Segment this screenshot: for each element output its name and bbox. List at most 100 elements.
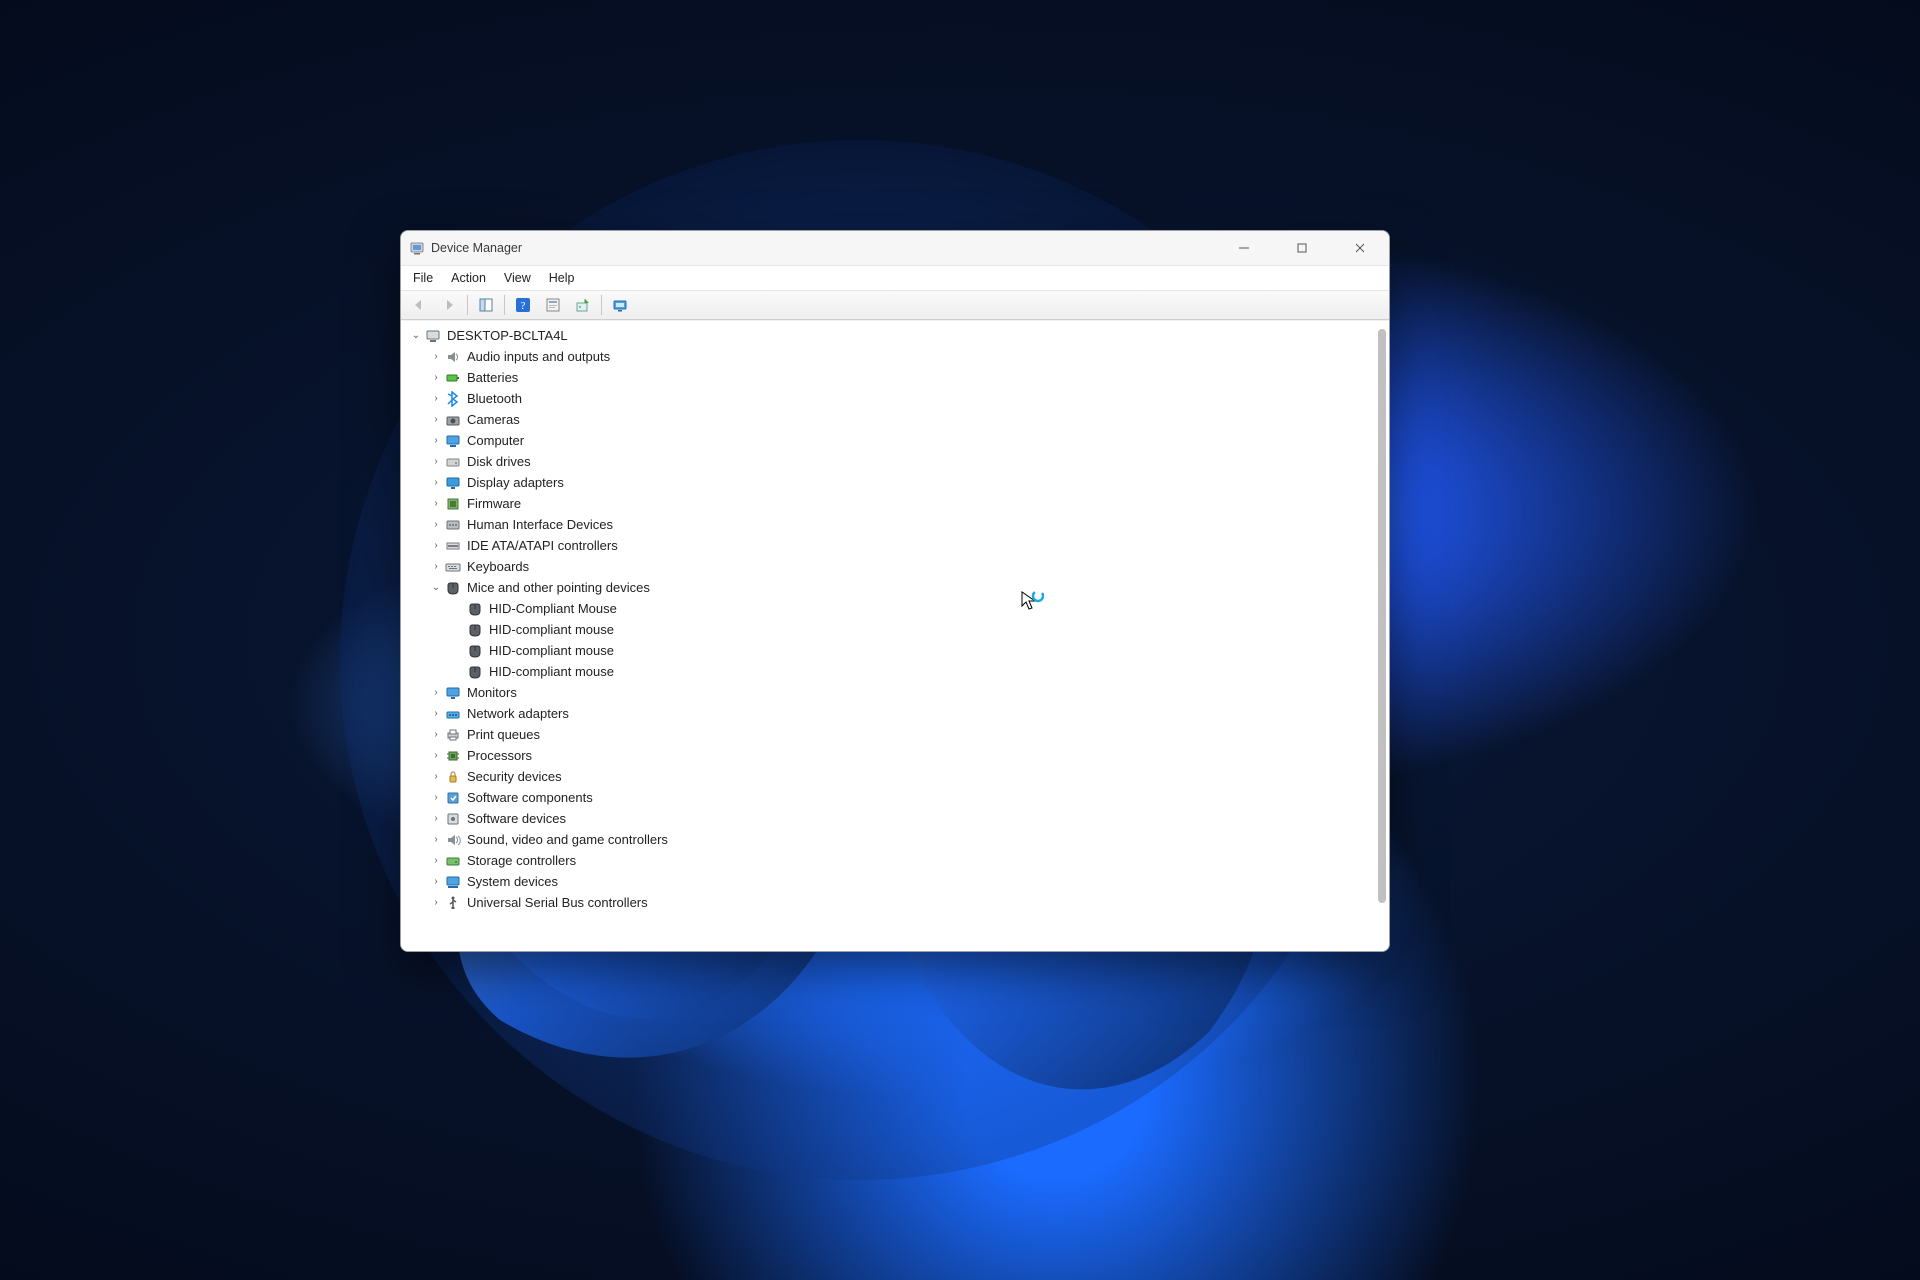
maximize-button[interactable] [1273,231,1331,265]
chevron-right-icon[interactable]: › [429,896,443,910]
tree-node-label: Firmware [467,496,521,512]
mouse-icon [445,580,461,596]
tree-category-node[interactable]: ›Human Interface Devices [409,514,1373,535]
keyboard-icon [445,559,461,575]
chevron-right-icon[interactable]: › [429,749,443,763]
chevron-right-icon[interactable]: › [429,497,443,511]
titlebar[interactable]: Device Manager [401,231,1389,266]
chevron-right-icon[interactable]: › [429,560,443,574]
chevron-right-icon[interactable]: › [429,812,443,826]
hid-icon [445,517,461,533]
tree-category-node[interactable]: › Bluetooth [409,388,1373,409]
chevron-right-icon[interactable]: › [429,833,443,847]
tree-device-node[interactable]: HID-compliant mouse [409,661,1373,682]
tree-node-label: Bluetooth [467,391,522,407]
minimize-button[interactable] [1215,231,1273,265]
tree-category-node[interactable]: › Firmware [409,493,1373,514]
chevron-right-icon[interactable]: › [429,455,443,469]
tree-node-label: Processors [467,748,532,764]
storage-icon [445,853,461,869]
chevron-right-icon[interactable]: › [429,371,443,385]
chevron-right-icon[interactable]: › [429,518,443,532]
security-icon [445,769,461,785]
chevron-right-icon[interactable]: › [429,854,443,868]
tree-category-node[interactable]: ›Storage controllers [409,850,1373,871]
menu-view[interactable]: View [496,269,539,287]
tree-device-node[interactable]: HID-Compliant Mouse [409,598,1373,619]
tree-category-node[interactable]: › Batteries [409,367,1373,388]
toolbar-properties-button[interactable] [539,292,567,318]
tree-category-node[interactable]: › Processors [409,745,1373,766]
toolbar-show-hide-button[interactable] [472,292,500,318]
close-button[interactable] [1331,231,1389,265]
tree-node-label: HID-compliant mouse [489,622,614,638]
mouse-icon [467,643,483,659]
tree-category-node[interactable]: ›Keyboards [409,556,1373,577]
chevron-right-icon[interactable]: › [429,875,443,889]
tree-node-label: Mice and other pointing devices [467,580,650,596]
tree-node-label: Print queues [467,727,540,743]
tree-device-node[interactable]: HID-compliant mouse [409,640,1373,661]
tree-category-node[interactable]: ›IDE ATA/ATAPI controllers [409,535,1373,556]
tree-node-label: Monitors [467,685,517,701]
tree-category-node[interactable]: › Print queues [409,724,1373,745]
chevron-right-icon[interactable]: › [429,539,443,553]
ide-icon [445,538,461,554]
computer-icon [445,433,461,449]
chevron-right-icon[interactable]: › [429,707,443,721]
bluetooth-icon [445,391,461,407]
toolbar-back-button[interactable] [405,292,433,318]
toolbar-update-driver-button[interactable] [569,292,597,318]
tree-category-node[interactable]: ›System devices [409,871,1373,892]
chevron-down-icon[interactable]: ⌄ [409,329,423,343]
tree-view[interactable]: ⌄ DESKTOP-BCLTA4L › Audio inputs and output… [401,320,1389,951]
mouse-icon [467,622,483,638]
menu-action[interactable]: Action [443,269,494,287]
tree-node-label: Display adapters [467,475,564,491]
tree-category-node[interactable]: › Audio inputs and outputs [409,346,1373,367]
firmware-icon [445,496,461,512]
cpu-icon [445,748,461,764]
chevron-right-icon[interactable]: › [429,770,443,784]
chevron-right-icon[interactable]: › [429,728,443,742]
menu-file[interactable]: File [405,269,441,287]
toolbar-forward-button[interactable] [435,292,463,318]
tree-category-node[interactable]: ›Cameras [409,409,1373,430]
chevron-right-icon[interactable]: › [429,476,443,490]
vertical-scrollbar[interactable] [1378,329,1386,903]
mouse-icon [467,664,483,680]
disk-icon [445,454,461,470]
tree-category-node[interactable]: › Monitors [409,682,1373,703]
chevron-right-icon[interactable]: › [429,791,443,805]
window-title: Device Manager [431,241,522,255]
chevron-right-icon[interactable]: › [429,686,443,700]
tree-category-node[interactable]: ›Computer [409,430,1373,451]
chevron-right-icon[interactable]: › [429,392,443,406]
tree-category-node[interactable]: ⌄ Mice and other pointing devices [409,577,1373,598]
tree-category-node[interactable]: ›Sound, video and game controllers [409,829,1373,850]
tree-node-label: Audio inputs and outputs [467,349,610,365]
tree-category-node[interactable]: › Display adapters [409,472,1373,493]
tree-node-label: DESKTOP-BCLTA4L [447,328,568,344]
tree-device-node[interactable]: HID-compliant mouse [409,619,1373,640]
chevron-right-icon[interactable]: › [429,350,443,364]
tree-root-node[interactable]: ⌄ DESKTOP-BCLTA4L [409,325,1373,346]
chevron-right-icon[interactable]: › [429,434,443,448]
toolbar-help-button[interactable]: ? [509,292,537,318]
battery-icon [445,370,461,386]
usb-icon [445,895,461,911]
chevron-right-icon[interactable]: › [429,413,443,427]
chevron-down-icon[interactable]: ⌄ [429,581,443,595]
tree-category-node[interactable]: ›Disk drives [409,451,1373,472]
toolbar: ? [401,291,1389,320]
tree-category-node[interactable]: ›Security devices [409,766,1373,787]
tree-category-node[interactable]: ›Network adapters [409,703,1373,724]
toolbar-scan-button[interactable] [606,292,634,318]
tree-category-node[interactable]: › Software devices [409,808,1373,829]
tree-node-label: Software devices [467,811,566,827]
menu-help[interactable]: Help [541,269,583,287]
tree-category-node[interactable]: ›Software components [409,787,1373,808]
tree-category-node[interactable]: ›Universal Serial Bus controllers [409,892,1373,913]
tree-node-label: Batteries [467,370,518,386]
device-manager-window[interactable]: Device Manager File Action View Help [400,230,1390,952]
